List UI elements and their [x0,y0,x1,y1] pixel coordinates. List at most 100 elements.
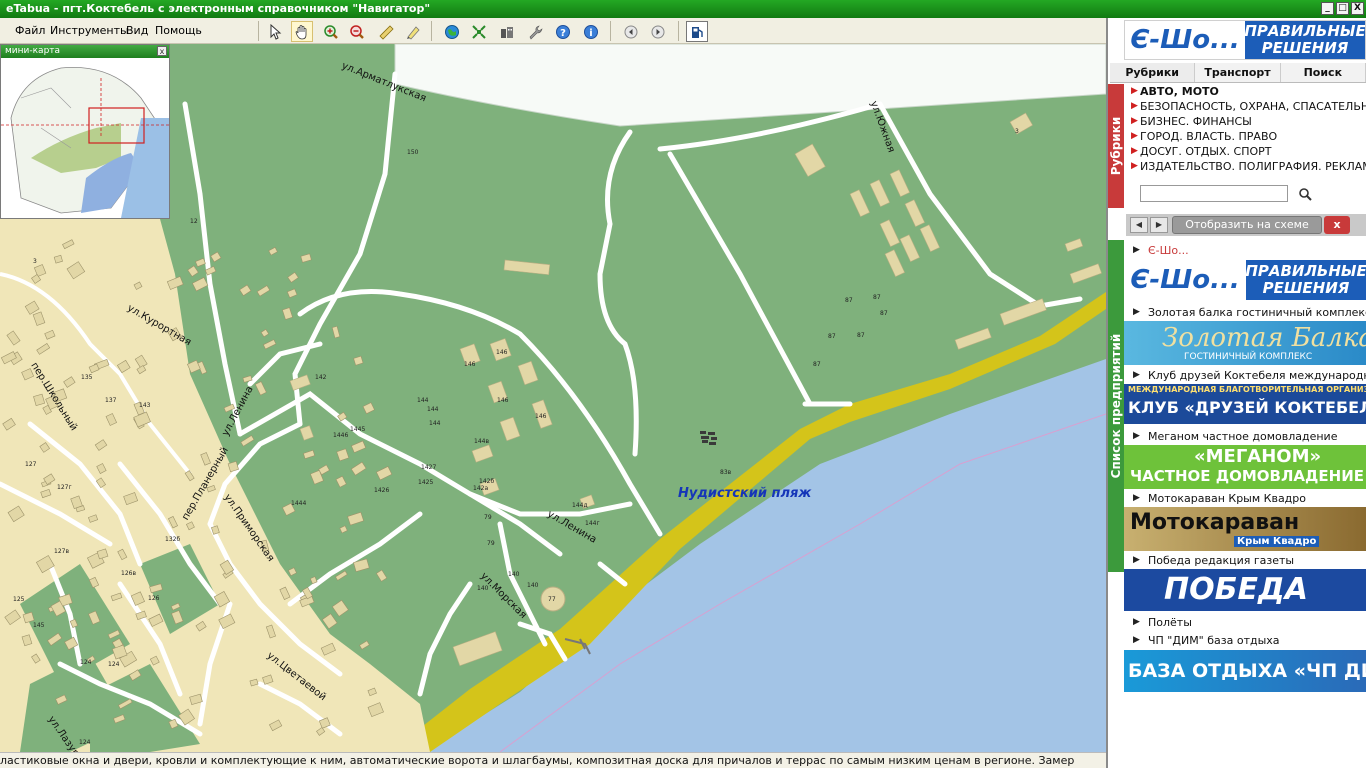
banner-klub-druzey[interactable]: МЕЖДУНАРОДНАЯ БЛАГОТВОРИТЕЛЬНАЯ ОРГАНИЗА… [1124,384,1366,424]
menu-help[interactable]: Помощь [155,24,202,37]
category-item[interactable]: ▶ БЕЗОПАСНОСТЬ, ОХРАНА, СПАСАТЕЛЬНЫЕ [1130,99,1366,114]
building-number: 144 [429,420,441,427]
triangle-right-icon: ▶ [1133,307,1140,317]
triangle-right-icon: ▶ [1131,131,1138,141]
building-number: 1444 [291,500,307,507]
building-number: 140 [527,582,539,589]
category-item[interactable]: ▶ ИЗДАТЕЛЬСТВО. ПОЛИГРАФИЯ. РЕКЛАМА [1130,159,1366,174]
triangle-right-icon: ▶ [1133,245,1140,255]
banner-zolotaya-balka[interactable]: Золотая Балка ГОСТИНИЧНЫЙ КОМПЛЕКС [1124,321,1366,365]
minimap-close-button[interactable]: x [157,46,167,56]
search-icon[interactable] [1298,187,1312,204]
building-number: 1445 [350,426,366,433]
building-number: 137 [105,397,117,404]
town-building [262,339,277,350]
town-building [256,285,271,297]
building-number: 124 [80,659,92,666]
minimap-header: мини-карта x [1,45,169,58]
menu-toolbar: Файл Инструменты Вид Помощь ? i [0,18,1108,44]
buildings-icon[interactable] [496,21,518,42]
building-number: 135 [81,374,93,381]
town-building [260,328,270,338]
minimize-button[interactable]: _ [1321,2,1334,15]
banner-baza-dim[interactable]: БАЗА ОТДЫХА «ЧП ДИМ» [1124,650,1366,692]
category-item[interactable]: ▶ АВТО, МОТО [1130,84,1366,99]
company-row[interactable]: ▶ Є-Шо... [1126,242,1366,259]
triangle-right-icon: ▶ [1131,161,1138,171]
top-logo-banner[interactable]: Є-Шо... ПРАВИЛЬНЫЕ РЕШЕНИЯ [1124,20,1366,60]
building-number: 1446 [333,432,349,439]
triangle-right-icon: ▶ [1133,370,1140,380]
town-building [339,525,348,534]
maximize-button[interactable]: □ [1336,2,1349,15]
banner-e-sho-text: Є-Шо... [1124,260,1246,300]
company-row[interactable]: ▶ ЧП "ДИМ" база отдыха [1126,632,1366,649]
ad-ticker[interactable]: ластиковые окна и двери, кровли и компле… [0,752,1106,768]
town-building [287,567,297,577]
pointer-tool-icon[interactable] [264,21,286,42]
slogan-line1: ПРАВИЛЬНЫЕ [1244,22,1366,40]
zoom-in-icon[interactable] [320,21,342,42]
banner-pobeda[interactable]: ПОБЕДА [1124,569,1366,611]
company-row[interactable]: ▶ Мотокараван Крым Квадро [1126,490,1366,507]
building-number: 87 [873,294,881,301]
wrench-icon[interactable] [524,21,546,42]
banner-moto-2: Крым Квадро [1234,536,1320,547]
town-building [254,381,267,396]
building-number: 79 [484,514,492,521]
company-row[interactable]: ▶ Полёты [1126,614,1366,631]
town-building [187,265,199,277]
zoom-out-icon[interactable] [346,21,368,42]
town-building [336,448,350,462]
tab-rubriki[interactable]: Рубрики [1110,63,1196,82]
minimap-panel[interactable]: мини-карта x [0,44,170,219]
building-number: 124 [79,739,91,746]
close-button[interactable]: X [1351,2,1364,15]
building-number: 127 [25,461,37,468]
info-icon[interactable]: i [580,21,602,42]
tab-search[interactable]: Поиск [1280,63,1366,82]
banner-meganom[interactable]: «МЕГАНОМ» ЧАСТНОЕ ДОМОВЛАДЕНИЕ [1124,445,1366,489]
fuel-station-icon[interactable] [686,21,708,42]
company-banner-e-sho[interactable]: Є-Шо... ПРАВИЛЬНЫЕ РЕШЕНИЯ [1124,260,1366,300]
help-icon[interactable]: ? [552,21,574,42]
menu-tools[interactable]: Инструменты [50,24,129,37]
banner-motokaravan[interactable]: Мотокараван Крым Квадро [1124,507,1366,551]
building-number: 3 [33,258,37,265]
globe-icon[interactable] [441,21,463,42]
banner-meganom-1: «МЕГАНОМ» [1194,446,1322,467]
marker-pen-icon[interactable] [402,21,424,42]
slogan-line1: ПРАВИЛЬНЫЕ [1245,262,1366,280]
tab-transport[interactable]: Транспорт [1195,63,1281,82]
ruler-icon[interactable] [375,21,397,42]
forward-arrow-icon[interactable] [647,21,669,42]
company-row[interactable]: ▶ Золотая балка гостиничный комплекс [1126,304,1366,321]
category-item[interactable]: ▶ ДОСУГ. ОТДЫХ. СПОРТ [1130,144,1366,159]
menu-view[interactable]: Вид [126,24,148,37]
company-row[interactable]: ▶ Победа редакция газеты [1126,552,1366,569]
company-list-side-tab[interactable]: Список предприятий [1108,240,1124,572]
slogan-line2: РЕШЕНИЯ [1262,279,1350,297]
town-building [375,466,393,481]
menu-file[interactable]: Файл [15,24,45,37]
triangle-right-icon: ▶ [1131,146,1138,156]
company-row[interactable]: ▶ Клуб друзей Коктебеля международная [1126,367,1366,384]
building-number: 124 [108,661,120,668]
town-building [351,440,367,454]
company-list-side-label: Список предприятий [1109,333,1123,479]
next-arrow-icon[interactable]: ▶ [1150,217,1168,233]
prev-arrow-icon[interactable]: ◀ [1130,217,1148,233]
svg-text:i: i [589,28,592,39]
triangle-right-icon: ▶ [1133,431,1140,441]
back-arrow-icon[interactable] [620,21,642,42]
category-item[interactable]: ▶ БИЗНЕС. ФИНАНСЫ [1130,114,1366,129]
category-search-input[interactable] [1140,185,1288,202]
pan-hand-tool-icon[interactable] [291,21,313,42]
company-row[interactable]: ▶ Меганом частное домовладение [1126,428,1366,445]
show-on-map-button[interactable]: Отобразить на схеме [1172,216,1322,234]
fit-extent-icon[interactable] [468,21,490,42]
rubriki-side-tab[interactable]: Рубрики [1108,84,1124,208]
building-number: 142 [315,374,327,381]
close-x-button[interactable]: x [1324,216,1350,234]
category-item[interactable]: ▶ ГОРОД. ВЛАСТЬ. ПРАВО [1130,129,1366,144]
